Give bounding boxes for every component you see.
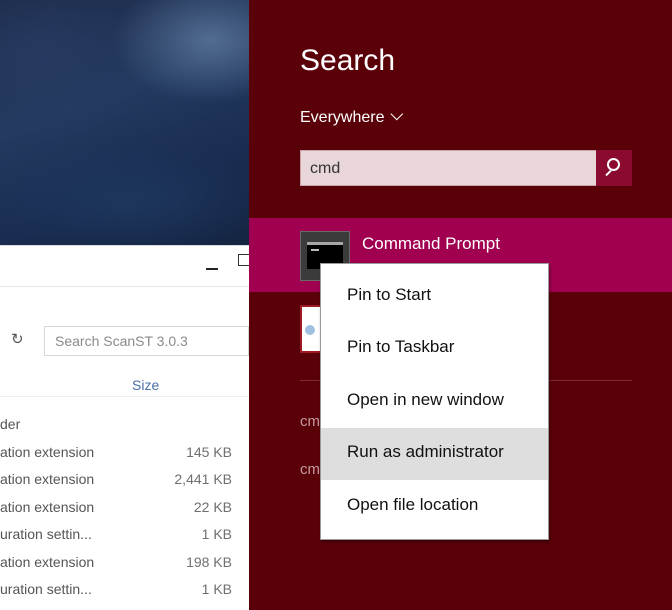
divider <box>0 396 249 397</box>
search-scope-dropdown[interactable]: Everywhere <box>300 107 404 127</box>
file-size: 1 KB <box>201 581 232 597</box>
table-row[interactable]: ation extension 2,441 KB <box>0 471 249 499</box>
file-type: ation extension <box>0 498 95 515</box>
context-menu: Pin to Start Pin to Taskbar Open in new … <box>320 263 549 540</box>
file-size: 22 KB <box>193 498 232 515</box>
table-row[interactable]: ation extension 22 KB <box>0 499 249 527</box>
chevron-down-icon <box>390 107 404 121</box>
explorer-search-input[interactable]: Search ScanST 3.0.3 <box>44 326 249 356</box>
menu-item-label: Pin to Taskbar <box>347 337 455 356</box>
search-result-title: Command Prompt <box>362 234 500 253</box>
table-row[interactable]: uration settin... 1 KB <box>0 581 249 609</box>
result-app-icon[interactable] <box>300 305 322 353</box>
file-type: der <box>0 416 21 432</box>
table-row[interactable]: uration settin... 1 KB <box>0 526 249 554</box>
file-type: uration settin... <box>0 581 92 597</box>
search-suggestion[interactable]: cm <box>300 461 320 478</box>
desktop-wallpaper <box>0 0 249 245</box>
search-icon-handle <box>605 169 612 177</box>
search-button[interactable] <box>596 150 632 186</box>
file-size: 198 KB <box>186 553 232 570</box>
file-explorer-window: ↻ Search ScanST 3.0.3 Size der ation ext… <box>0 245 249 610</box>
explorer-titlebar <box>0 246 249 286</box>
table-row[interactable]: ation extension 198 KB <box>0 554 249 582</box>
file-size: 1 KB <box>201 526 232 542</box>
table-row[interactable]: der <box>0 416 249 444</box>
file-size: 145 KB <box>186 443 232 460</box>
search-input[interactable]: cmd <box>300 150 632 186</box>
minimize-icon[interactable] <box>205 260 219 274</box>
file-list: der ation extension 145 KB ation extensi… <box>0 416 249 609</box>
search-scope-label: Everywhere <box>300 109 385 126</box>
menu-item-run-as-administrator[interactable]: Run as administrator <box>321 428 548 480</box>
menu-item-label: Run as administrator <box>347 442 504 461</box>
divider <box>0 286 249 287</box>
menu-item-pin-to-taskbar[interactable]: Pin to Taskbar <box>321 323 548 375</box>
search-query-text: cmd <box>310 160 341 177</box>
file-type: ation extension <box>0 553 95 570</box>
search-icon <box>607 158 620 171</box>
page-title: Search <box>300 44 396 77</box>
refresh-icon[interactable]: ↻ <box>11 331 27 347</box>
menu-item-label: Open file location <box>347 495 479 514</box>
menu-item-pin-to-start[interactable]: Pin to Start <box>321 271 548 323</box>
file-type: uration settin... <box>0 526 92 542</box>
file-size: 2,441 KB <box>174 471 232 487</box>
search-suggestion[interactable]: cm <box>300 413 320 430</box>
file-type: ation extension <box>0 471 95 487</box>
menu-item-label: Open in new window <box>347 390 504 409</box>
file-type: ation extension <box>0 443 95 460</box>
menu-item-open-file-location[interactable]: Open file location <box>321 481 548 533</box>
maximize-icon[interactable] <box>238 254 249 266</box>
column-header-size[interactable]: Size <box>132 377 159 393</box>
menu-item-open-in-new-window[interactable]: Open in new window <box>321 376 548 428</box>
table-row[interactable]: ation extension 145 KB <box>0 444 249 472</box>
menu-item-label: Pin to Start <box>347 285 432 304</box>
